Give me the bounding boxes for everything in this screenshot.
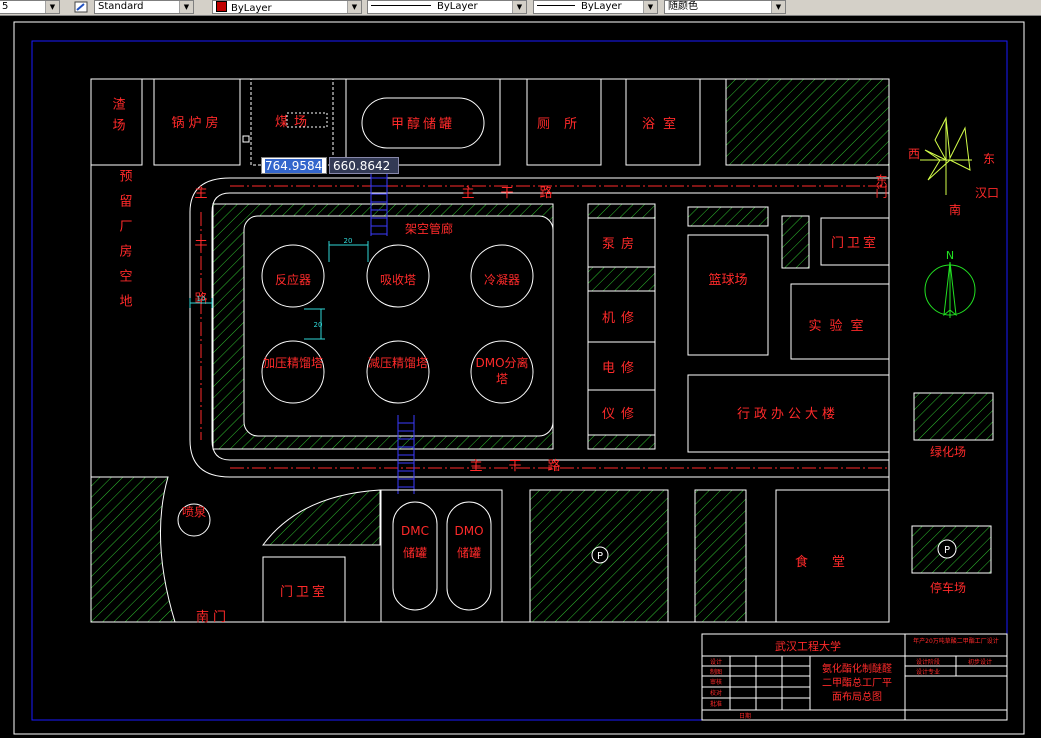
parking-marker-label: P [597,551,603,562]
pipe-rack-label: 架空管廊 [405,221,453,236]
title-row-1: 设计 [710,658,722,666]
basketball-label: 篮球场 [708,273,748,288]
coal-yard-label: 煤场 [275,115,313,130]
plot-style-value: 随颜色 [668,1,698,12]
dmo-tank-label: DMO储罐 [454,524,484,560]
text-style-value: Standard [98,1,144,12]
green-area-legend [913,392,994,441]
canteen-label: 食堂 [795,554,869,570]
title-school: 武汉工程大学 [775,639,841,653]
chevron-down-icon[interactable]: ▼ [179,1,193,13]
green-zone-southwest [90,476,176,623]
fountain-label: 喷泉 [182,505,206,519]
plot-style-combo[interactable]: 随颜色 ▼ [664,0,786,14]
properties-toolbar: 5 ▼ Standard ▼ ByLayer ▼ ByLayer ▼ ByLay… [0,0,1041,16]
title-block [701,633,1008,721]
color-combo[interactable]: ByLayer ▼ [212,0,362,14]
chevron-down-icon[interactable]: ▼ [512,1,526,13]
vacuum-tower-label: 减压精馏塔 [368,356,428,370]
admin-building-label: 行政办公大楼 [737,407,839,422]
chevron-down-icon[interactable]: ▼ [347,1,361,13]
methanol-tank-label: 甲醇储罐 [391,116,455,132]
boiler-room-label: 锅炉房 [171,115,222,131]
dim-vertical-text: 20 [314,321,323,329]
title-row-3: 审核 [710,678,722,686]
lineweight-sample [537,5,575,6]
wind-rose [920,116,972,195]
coord-y-value: 660.8642 [333,159,391,173]
green-area-label: 绿化场 [930,444,966,459]
title-line-2: 二甲酯总工厂平 [822,676,892,689]
south-gate-label: 南门 [196,609,230,625]
pump-room-label: 泵房 [602,236,640,252]
parking-label: 停车场 [930,580,966,595]
coord-x-input[interactable]: 764.9584 [261,157,327,174]
absorber-label: 吸收塔 [380,273,416,287]
reserved-plant-label: 预留厂房空地 [117,169,133,319]
grip-handle[interactable] [242,135,250,143]
main-road-left-label: 主干路 [192,186,208,345]
north-arrow-icon [924,261,976,318]
compass-south: 南 [949,202,961,217]
electric-repair-label: 电修 [602,361,640,376]
dim-horizontal-text: 20 [344,237,353,245]
scale-combo[interactable]: 5 ▼ [0,0,60,14]
laboratory-label: 实验室 [808,318,871,334]
title-project: 年产20万吨草酸二甲酯工厂设计 [913,637,999,645]
machine-repair-label: 机修 [602,311,640,326]
dim-road-text: 10 [197,295,206,303]
chevron-down-icon[interactable]: ▼ [643,1,657,13]
linetype-sample [371,5,431,6]
compass-west: 西 [908,147,920,161]
pressurized-tower-label: 加压精馏塔 [263,356,323,370]
condenser-label: 冷凝器 [484,272,520,287]
parking-legend-symbol: P [944,545,950,556]
title-stage-value: 初步设计 [968,658,992,666]
text-style-icon[interactable] [74,1,88,13]
green-zone-strip [694,489,747,623]
color-swatch [216,1,227,12]
main-road-top-label: 主干路 [461,185,578,201]
dmo-separator-label: DMO分离塔 [475,356,529,386]
title-footer: 日期 [739,712,751,720]
scale-value: 5 [2,1,9,12]
green-zone-top-right [725,78,890,166]
main-road-bottom-label: 主干路 [469,458,586,474]
slag-yard-label: 渣场 [110,97,126,139]
coord-y-input[interactable]: 660.8642 [329,157,399,174]
title-line-3: 面布局总图 [832,690,882,703]
title-row-2: 制图 [710,668,722,676]
lineweight-combo[interactable]: ByLayer ▼ [533,0,658,14]
linetype-combo[interactable]: ByLayer ▼ [367,0,527,14]
north-label: N [946,249,954,262]
gate-house-south-label: 门卫室 [280,584,328,600]
title-row-5: 批准 [710,700,722,708]
chevron-down-icon[interactable]: ▼ [45,1,59,13]
drawing-canvas[interactable]: 渣场 锅炉房 煤场 甲醇储罐 厕所 浴室 主干路 主干路 主干路 东门 预留厂房… [0,16,1041,738]
reactor-label: 反应器 [275,272,311,287]
dmc-tank-label: DMC储罐 [401,524,429,560]
gate-house-east-label: 门卫室 [831,235,879,251]
bathroom-label: 浴室 [642,116,684,132]
coord-x-value: 764.9584 [265,159,323,173]
compass-east: 东 [983,152,995,166]
toilet-label: 厕所 [537,117,591,132]
instrument-repair-label: 仪修 [602,407,640,422]
green-small [781,215,810,269]
east-gate-label: 东门 [874,174,888,198]
title-stage-label: 设计阶段 [916,658,940,666]
title-row-4: 校对 [710,689,722,697]
chevron-down-icon[interactable]: ▼ [771,1,785,13]
green-zone-south [262,489,381,546]
text-style-combo[interactable]: Standard ▼ [94,0,194,14]
color-value: ByLayer [231,3,272,14]
title-line-1: 氨化酯化制醚醛 [822,662,892,675]
linetype-value: ByLayer [437,1,478,12]
title-discipline-label: 设计专业 [916,668,940,676]
lineweight-value: ByLayer [581,1,622,12]
green-strip [687,206,769,227]
compass-hankou: 汉口 [975,186,999,200]
